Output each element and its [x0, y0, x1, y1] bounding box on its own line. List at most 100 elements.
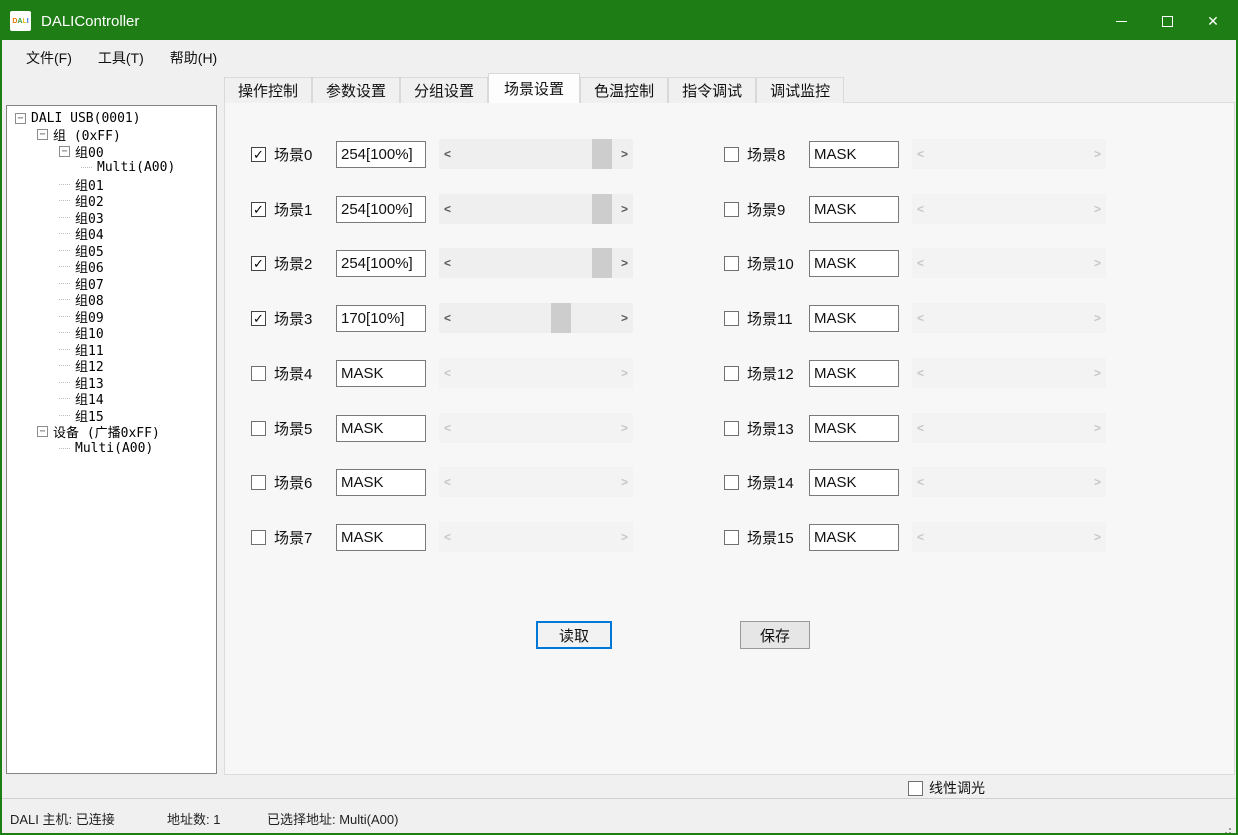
- scene-value-input[interactable]: [336, 250, 426, 277]
- close-button[interactable]: ✕: [1190, 2, 1236, 40]
- tab-2[interactable]: 分组设置: [400, 77, 488, 103]
- scrollbar-thumb[interactable]: [592, 248, 612, 278]
- tree-item[interactable]: 组05: [7, 242, 216, 259]
- scrollbar-right-arrow[interactable]: >: [616, 248, 633, 278]
- tree-item[interactable]: Multi(A00): [7, 440, 216, 457]
- tree-item[interactable]: 组12: [7, 358, 216, 375]
- scene-checkbox[interactable]: [724, 475, 739, 490]
- tree-item[interactable]: 组08: [7, 292, 216, 309]
- scene-checkbox[interactable]: [724, 530, 739, 545]
- scene-value-input[interactable]: [809, 524, 899, 551]
- scene-checkbox[interactable]: [251, 475, 266, 490]
- tree-item[interactable]: 组01: [7, 176, 216, 193]
- scrollbar-right-arrow[interactable]: >: [616, 139, 633, 169]
- scrollbar-right-arrow: >: [1089, 358, 1106, 388]
- linear-dimming-checkbox[interactable]: [908, 781, 923, 796]
- tree-item[interactable]: 组06: [7, 259, 216, 276]
- tree-item[interactable]: −组00: [7, 143, 216, 160]
- scrollbar-left-arrow[interactable]: <: [439, 248, 456, 278]
- scrollbar-left-arrow[interactable]: <: [439, 139, 456, 169]
- scene-checkbox[interactable]: [724, 421, 739, 436]
- tab-6[interactable]: 调试监控: [756, 77, 844, 103]
- scrollbar-thumb[interactable]: [551, 303, 571, 333]
- scrollbar-track[interactable]: [456, 248, 616, 278]
- scene-value-input[interactable]: [336, 469, 426, 496]
- scene-value-input[interactable]: [809, 196, 899, 223]
- scene-value-input[interactable]: [336, 141, 426, 168]
- tab-3[interactable]: 场景设置: [488, 73, 580, 103]
- scene-checkbox[interactable]: [251, 421, 266, 436]
- tree-item[interactable]: 组02: [7, 193, 216, 210]
- menu-item-0[interactable]: 文件(F): [26, 48, 72, 68]
- scene-brightness-scrollbar[interactable]: <>: [439, 139, 633, 169]
- scene-checkbox[interactable]: [724, 256, 739, 271]
- scrollbar-right-arrow[interactable]: >: [616, 194, 633, 224]
- scene-label: 场景4: [274, 363, 336, 384]
- scene-checkbox[interactable]: [251, 366, 266, 381]
- tree-collapse-icon[interactable]: −: [37, 129, 48, 140]
- scene-row: ✓场景0<>: [251, 139, 633, 169]
- scene-checkbox[interactable]: ✓: [251, 311, 266, 326]
- scrollbar-left-arrow[interactable]: <: [439, 194, 456, 224]
- scene-value-input[interactable]: [336, 524, 426, 551]
- scrollbar-track: [456, 358, 616, 388]
- scene-value-input[interactable]: [809, 469, 899, 496]
- scene-value-input[interactable]: [809, 141, 899, 168]
- scene-checkbox[interactable]: [724, 311, 739, 326]
- scene-checkbox[interactable]: [724, 202, 739, 217]
- tree-guide-line: [59, 382, 70, 383]
- scene-value-input[interactable]: [336, 360, 426, 387]
- tab-0[interactable]: 操作控制: [224, 77, 312, 103]
- tree-item[interactable]: −设备 (广播0xFF): [7, 424, 216, 441]
- scene-value-input[interactable]: [336, 305, 426, 332]
- tree-collapse-icon[interactable]: −: [37, 426, 48, 437]
- scene-value-input[interactable]: [809, 415, 899, 442]
- scene-checkbox[interactable]: [724, 366, 739, 381]
- scrollbar-right-arrow[interactable]: >: [616, 303, 633, 333]
- maximize-button[interactable]: [1144, 2, 1190, 40]
- tab-5[interactable]: 指令调试: [668, 77, 756, 103]
- read-button[interactable]: 读取: [536, 621, 612, 649]
- scrollbar-left-arrow[interactable]: <: [439, 303, 456, 333]
- scene-value-input[interactable]: [809, 250, 899, 277]
- tree-item[interactable]: −DALI USB(0001): [7, 110, 216, 127]
- scene-brightness-scrollbar[interactable]: <>: [439, 248, 633, 278]
- scrollbar-track[interactable]: [456, 194, 616, 224]
- tab-4[interactable]: 色温控制: [580, 77, 668, 103]
- tree-item[interactable]: 组15: [7, 407, 216, 424]
- scrollbar-track[interactable]: [456, 139, 616, 169]
- tree-collapse-icon[interactable]: −: [15, 113, 26, 124]
- tree-item[interactable]: 组04: [7, 226, 216, 243]
- tree-item[interactable]: 组09: [7, 308, 216, 325]
- scrollbar-thumb[interactable]: [592, 194, 612, 224]
- scene-value-input[interactable]: [336, 415, 426, 442]
- tree-item[interactable]: −组 (0xFF): [7, 127, 216, 144]
- tree-collapse-icon[interactable]: −: [59, 146, 70, 157]
- scene-checkbox[interactable]: [724, 147, 739, 162]
- scene-checkbox[interactable]: ✓: [251, 147, 266, 162]
- scene-brightness-scrollbar[interactable]: <>: [439, 194, 633, 224]
- tree-item[interactable]: 组10: [7, 325, 216, 342]
- scene-checkbox[interactable]: ✓: [251, 256, 266, 271]
- tree-item[interactable]: 组13: [7, 374, 216, 391]
- scene-brightness-scrollbar[interactable]: <>: [439, 303, 633, 333]
- tree-item[interactable]: 组03: [7, 209, 216, 226]
- scrollbar-track[interactable]: [456, 303, 616, 333]
- save-button[interactable]: 保存: [740, 621, 810, 649]
- minimize-button[interactable]: [1098, 2, 1144, 40]
- tree-item[interactable]: 组14: [7, 391, 216, 408]
- scene-checkbox[interactable]: ✓: [251, 202, 266, 217]
- menu-item-2[interactable]: 帮助(H): [170, 48, 217, 68]
- scene-value-input[interactable]: [336, 196, 426, 223]
- resize-grip[interactable]: [1229, 828, 1231, 830]
- scene-value-input[interactable]: [809, 305, 899, 332]
- scrollbar-thumb[interactable]: [592, 139, 612, 169]
- scene-value-input[interactable]: [809, 360, 899, 387]
- scene-checkbox[interactable]: [251, 530, 266, 545]
- menu-item-1[interactable]: 工具(T): [98, 48, 144, 68]
- tab-1[interactable]: 参数设置: [312, 77, 400, 103]
- tree-item[interactable]: 组07: [7, 275, 216, 292]
- tree-item[interactable]: 组11: [7, 341, 216, 358]
- tree-item[interactable]: Multi(A00): [7, 160, 216, 177]
- tree-guide-line: [59, 250, 70, 251]
